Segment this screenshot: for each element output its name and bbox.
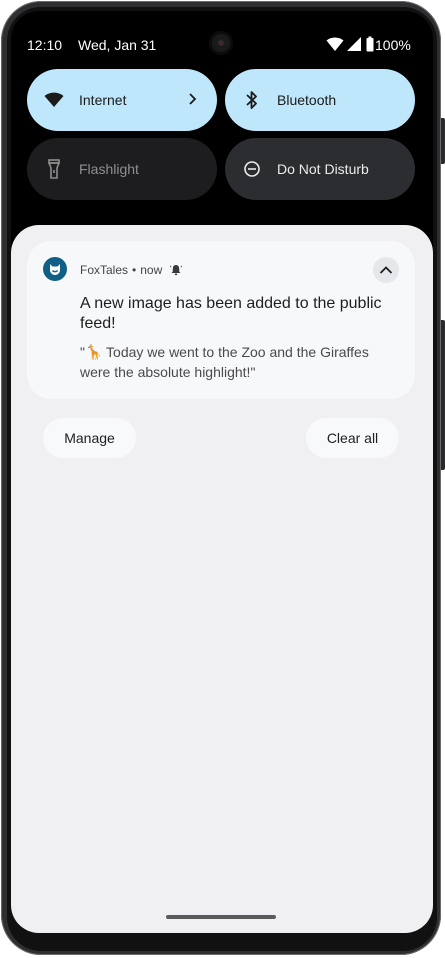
chevron-right-icon (183, 89, 203, 109)
tile-flashlight[interactable]: Flashlight (27, 138, 217, 200)
status-time: 12:10 (27, 37, 63, 53)
wifi-status-icon (326, 36, 344, 52)
notification-shade: FoxTales • now A new image has been adde… (11, 225, 433, 933)
front-camera (209, 31, 233, 55)
tile-internet-label: Internet (79, 92, 127, 108)
header-separator: • (132, 263, 137, 277)
tile-flashlight-label: Flashlight (79, 161, 139, 177)
status-date: Wed, Jan 31 (78, 37, 157, 53)
clear-all-button[interactable]: Clear all (306, 418, 399, 458)
do-not-disturb-icon (241, 158, 263, 180)
tile-bluetooth[interactable]: Bluetooth (225, 69, 415, 131)
power-button (441, 118, 445, 164)
battery-percentage: 100% (375, 37, 411, 53)
chevron-up-icon (379, 265, 393, 275)
foxtales-app-icon (43, 257, 67, 281)
notification-time: now (140, 263, 163, 277)
bluetooth-icon (241, 89, 263, 111)
tile-internet[interactable]: Internet (27, 69, 217, 131)
wifi-icon (43, 89, 65, 111)
notification-app-name: FoxTales (80, 263, 129, 277)
screen: 12:10 Wed, Jan 31 100% Internet Bluetoot… (11, 11, 433, 933)
collapse-notification-button[interactable] (373, 257, 399, 283)
home-indicator[interactable] (166, 915, 276, 919)
status-icons (326, 35, 374, 53)
notification-title: A new image has been added to the public… (80, 295, 382, 332)
device-frame: 12:10 Wed, Jan 31 100% Internet Bluetoot… (0, 0, 445, 958)
manage-button[interactable]: Manage (43, 418, 136, 458)
notification-header: FoxTales • now (80, 263, 183, 277)
flashlight-icon (43, 158, 65, 180)
cellular-signal-icon (346, 36, 362, 52)
tile-bluetooth-label: Bluetooth (277, 92, 337, 108)
notification-body: "🦒 Today we went to the Zoo and the Gira… (80, 344, 369, 380)
status-bar: 12:10 Wed, Jan 31 100% (11, 31, 433, 57)
volume-button (441, 320, 445, 470)
battery-icon (366, 36, 374, 52)
tile-do-not-disturb[interactable]: Do Not Disturb (225, 138, 415, 200)
tile-do-not-disturb-label: Do Not Disturb (277, 161, 369, 177)
notification-card[interactable]: FoxTales • now A new image has been adde… (27, 241, 415, 399)
alert-bell-icon (170, 264, 183, 276)
